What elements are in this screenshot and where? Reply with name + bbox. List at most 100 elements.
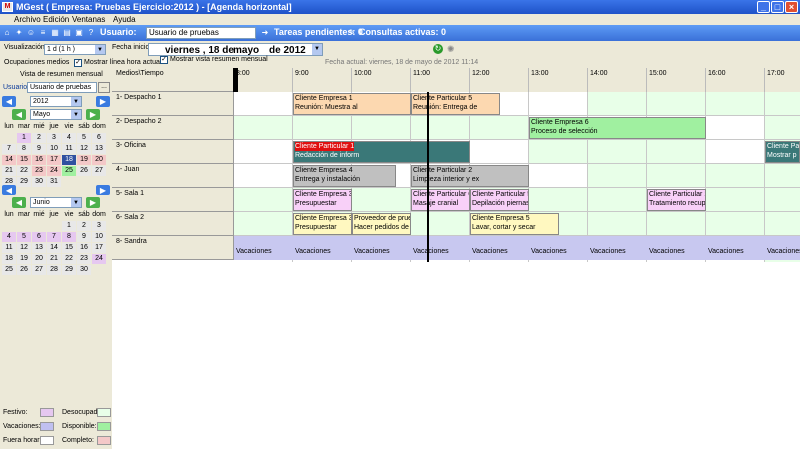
- event-block[interactable]: Cliente Pa Mostrar p: [765, 141, 800, 163]
- calendar-day[interactable]: 9: [32, 144, 46, 154]
- calendar-day[interactable]: 11: [2, 243, 16, 253]
- calendar-day[interactable]: 16: [32, 155, 46, 165]
- available-cell[interactable]: [647, 212, 706, 236]
- calendar-day[interactable]: 2: [32, 133, 46, 143]
- month-select[interactable]: Mayo ▼: [30, 109, 82, 120]
- available-cell[interactable]: [529, 140, 588, 164]
- calendar-day[interactable]: 24: [92, 254, 106, 264]
- row-header[interactable]: 5- Sala 1: [112, 188, 234, 212]
- calendar-day[interactable]: 14: [47, 243, 61, 253]
- calendar-day[interactable]: 14: [2, 155, 16, 165]
- calendar-day[interactable]: 25: [62, 166, 76, 176]
- user-icon[interactable]: ☺: [26, 28, 36, 38]
- refresh-icon[interactable]: ↻: [433, 44, 443, 54]
- calendar-day[interactable]: 8: [17, 144, 31, 154]
- event-block[interactable]: Cliente Empresa 4 Entrega y instalación: [293, 165, 397, 187]
- calendar-day[interactable]: 6: [32, 232, 46, 242]
- prev-month-button-2[interactable]: ◀: [12, 197, 26, 208]
- pencil-icon[interactable]: ✎: [347, 28, 357, 38]
- left-usuario-field[interactable]: Usuario de pruebas: [27, 82, 97, 93]
- calendar-day[interactable]: 16: [77, 243, 91, 253]
- menu-edicion[interactable]: Edición: [43, 15, 69, 24]
- calendar-day[interactable]: 19: [17, 254, 31, 264]
- resumen-checkbox[interactable]: ✓: [160, 56, 168, 64]
- event-block[interactable]: Proveedor de prueba Hacer pedidos de co: [352, 213, 411, 235]
- fecha-inicio-picker[interactable]: viernes , 18 de mayo de 2012 ▼: [148, 43, 323, 56]
- chevron-down-icon[interactable]: ▼: [312, 44, 322, 55]
- calendar-day[interactable]: 11: [62, 144, 76, 154]
- prev-year-button-2[interactable]: ◀: [2, 185, 16, 195]
- event-block[interactable]: Cliente Particular 1 Redacción de inform: [293, 141, 470, 163]
- visualizacion-select[interactable]: 1 d (1 h ) ▼: [44, 44, 106, 55]
- available-cell[interactable]: [647, 140, 706, 164]
- calendar-day[interactable]: 21: [47, 254, 61, 264]
- event-block[interactable]: Cliente Particular 6 Masaje cranial: [411, 189, 470, 211]
- calendar-day[interactable]: 17: [92, 243, 106, 253]
- calendar-day[interactable]: 20: [32, 254, 46, 264]
- available-cell[interactable]: [706, 92, 765, 116]
- available-cell[interactable]: [470, 116, 529, 140]
- calendar-day[interactable]: 27: [92, 166, 106, 176]
- menu-ventanas[interactable]: Ventanas: [72, 15, 105, 24]
- linea-hora-checkbox[interactable]: ✓: [74, 59, 82, 67]
- calendar-day[interactable]: 20: [92, 155, 106, 165]
- grid-icon[interactable]: ▦: [50, 28, 60, 38]
- row-header[interactable]: 8- Sandra: [112, 236, 234, 260]
- next-month-button-2[interactable]: ▶: [86, 197, 100, 208]
- available-cell[interactable]: [647, 92, 706, 116]
- available-cell[interactable]: [706, 188, 765, 212]
- row-header[interactable]: 6- Sala 2: [112, 212, 234, 236]
- calendar-day[interactable]: 2: [77, 221, 91, 231]
- event-block[interactable]: Cliente Particular 5 Depilación piernas: [470, 189, 529, 211]
- event-block[interactable]: Cliente Empresa 3 Presupuestar: [293, 213, 352, 235]
- available-cell[interactable]: [234, 212, 293, 236]
- calendar-day[interactable]: 17: [47, 155, 61, 165]
- calendar-day[interactable]: 1: [62, 221, 76, 231]
- available-cell[interactable]: [293, 116, 352, 140]
- row-header[interactable]: 1- Despacho 1: [112, 92, 234, 116]
- close-button[interactable]: ×: [785, 1, 798, 13]
- calendar-day[interactable]: 13: [32, 243, 46, 253]
- bulb-icon[interactable]: ✦: [14, 28, 24, 38]
- row-header[interactable]: 4- Juan: [112, 164, 234, 188]
- calendar-day[interactable]: 27: [32, 265, 46, 275]
- next-month-button[interactable]: ▶: [86, 109, 100, 120]
- calendar-day[interactable]: 26: [77, 166, 91, 176]
- event-block[interactable]: Cliente Particular 5 Reunión: Entrega de: [411, 93, 500, 115]
- available-cell[interactable]: [234, 188, 293, 212]
- calendar-day[interactable]: 15: [62, 243, 76, 253]
- settings-icon[interactable]: ✺: [447, 44, 457, 54]
- calendar-day[interactable]: 12: [77, 144, 91, 154]
- available-cell[interactable]: [588, 212, 647, 236]
- row-header[interactable]: 3- Oficina: [112, 140, 234, 164]
- available-cell[interactable]: [352, 188, 411, 212]
- calendar-day[interactable]: 21: [2, 166, 16, 176]
- calendar-day[interactable]: 23: [77, 254, 91, 264]
- calendar-day[interactable]: 29: [62, 265, 76, 275]
- calendar-day[interactable]: 22: [17, 166, 31, 176]
- available-cell[interactable]: [234, 116, 293, 140]
- list-icon[interactable]: ≡: [38, 28, 48, 38]
- prev-year-button[interactable]: ◀: [2, 96, 16, 107]
- calendar-day[interactable]: 26: [17, 265, 31, 275]
- next-year-button-2[interactable]: ▶: [96, 185, 110, 195]
- calendar-day[interactable]: 31: [47, 177, 61, 187]
- event-block[interactable]: Cliente Empresa 5 Lavar, cortar y secar: [470, 213, 559, 235]
- calendar-day[interactable]: 29: [17, 177, 31, 187]
- calendar-day[interactable]: 15: [17, 155, 31, 165]
- available-cell[interactable]: [588, 188, 647, 212]
- event-block[interactable]: Cliente Particular 1 Tratamiento recupera: [647, 189, 706, 211]
- calendar-day[interactable]: 8: [62, 232, 76, 242]
- maximize-button[interactable]: □: [771, 1, 784, 13]
- calendar-day[interactable]: 6: [92, 133, 106, 143]
- calendar-day[interactable]: 9: [77, 232, 91, 242]
- month-select-2[interactable]: Junio ▼: [30, 197, 82, 208]
- calendar-day[interactable]: 3: [47, 133, 61, 143]
- calendar-day[interactable]: 3: [92, 221, 106, 231]
- minimize-button[interactable]: _: [757, 1, 770, 13]
- prev-month-button[interactable]: ◀: [12, 109, 26, 120]
- calendar-day[interactable]: 24: [47, 166, 61, 176]
- available-cell[interactable]: [588, 140, 647, 164]
- calendar-day[interactable]: 30: [32, 177, 46, 187]
- calendar-day[interactable]: 4: [2, 232, 16, 242]
